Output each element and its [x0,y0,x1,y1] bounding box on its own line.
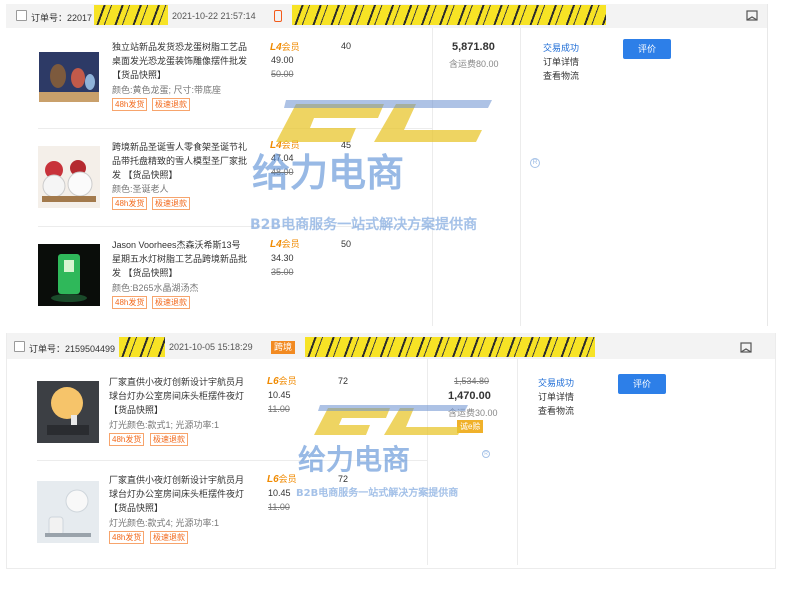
service-refund-badge: 极速退款 [152,98,190,111]
shipping-fee: 含运费30.00 [448,408,498,418]
redaction-mark [305,337,595,357]
view-logistics-link[interactable]: 查看物流 [538,404,574,417]
product-title[interactable]: 厂家直供小夜灯创新设计宇航员月球台灯办公室房间床头柜摆件夜灯 【货品快照】 [109,473,245,515]
member-level: L4会员 [270,42,300,53]
redaction-mark [94,5,168,25]
product-attributes: 灯光颜色:款式1; 光源功率:1 [109,420,220,430]
view-logistics-link[interactable]: 查看物流 [543,69,579,82]
service-48h-badge: 48h发货 [109,433,145,446]
order-card: 订单号：22017 2021-10-22 21:57:14 独立站新品发货恐龙蛋… [6,4,768,326]
review-button[interactable]: 评价 [623,39,671,59]
product-title[interactable]: 独立站新品发货恐龙蛋树脂工艺品桌面发光恐龙蛋装饰雕像摆件批发 【货品快照】 [112,40,248,82]
product-title[interactable]: 跨境新品圣诞雪人零食架圣诞节礼品带托盘精致的雪人模型圣厂家批发 【货品快照】 [112,140,248,182]
order-time: 2021-10-22 21:57:14 [172,11,256,21]
service-48h-badge: 48h发货 [112,296,148,309]
member-level: L4会员 [270,239,300,250]
unit-price: 10.45 [268,390,291,400]
cross-border-tag: 跨境 [271,341,296,354]
quantity: 72 [338,376,349,386]
service-refund-badge: 极速退款 [150,531,188,544]
order-header: 订单号：22017 2021-10-22 21:57:14 [6,4,767,28]
redaction-mark [119,337,165,357]
quantity: 45 [341,140,352,150]
service-48h-badge: 48h发货 [112,98,148,111]
order-detail-link[interactable]: 订单详情 [538,390,574,403]
service-48h-badge: 48h发货 [109,531,145,544]
service-refund-badge: 极速退款 [152,197,190,210]
quantity: 50 [341,239,352,249]
order-status: 交易成功 [538,378,575,388]
service-refund-badge: 极速退款 [150,433,188,446]
original-price: 11.00 [268,502,290,512]
original-price: 11.00 [268,404,290,414]
product-attributes: 颜色:圣诞老人 [112,184,169,194]
product-image[interactable] [38,46,100,108]
product-image[interactable] [37,481,99,543]
unit-price: 34.30 [271,253,294,263]
column-divider [427,359,428,565]
shipping-fee: 含运费80.00 [449,59,499,69]
product-attributes: 灯光颜色:款式4; 光源功率:1 [109,518,220,528]
product-image[interactable] [37,381,99,443]
mobile-icon [274,10,282,22]
original-total: 1,534.80 [454,376,490,386]
original-price: 48.00 [271,167,294,177]
unit-price: 47.04 [271,153,294,163]
quantity: 72 [338,474,349,484]
unit-price: 10.45 [268,488,291,498]
column-divider [517,359,518,565]
product-title[interactable]: 厂家直供小夜灯创新设计宇航员月球台灯办公室房间床头柜摆件夜灯 【货品快照】 [109,375,245,417]
review-button[interactable]: 评价 [618,374,666,394]
member-level: L6会员 [267,474,297,485]
original-price: 50.00 [271,69,294,79]
unit-price: 49.00 [271,55,294,65]
member-level: L6会员 [267,376,297,387]
order-total: 5,871.80 [452,41,495,53]
order-time: 2021-10-05 15:18:29 [169,342,253,352]
product-attributes: 颜色:B265水晶湖汤杰 [112,283,199,293]
order-number: 订单号：2159504499 [29,344,116,354]
member-level: L4会员 [270,140,300,151]
credit-pay-badge: 诚e赊 [457,420,484,433]
product-image[interactable] [38,146,100,208]
column-divider [432,28,433,326]
product-attributes: 颜色:黄色龙蛋; 尺寸:带底座 [112,85,222,95]
order-status: 交易成功 [543,43,580,53]
item-divider [37,460,427,461]
product-image[interactable] [38,244,100,306]
order-header: 订单号：2159504499 2021-10-05 15:18:29 跨境 [7,333,775,359]
order-number: 订单号：22017 [31,13,93,23]
item-divider [38,128,432,129]
order-detail-link[interactable]: 订单详情 [543,55,579,68]
flag-icon[interactable] [740,342,752,354]
item-divider [38,226,432,227]
quantity: 40 [341,41,352,51]
product-title[interactable]: Jason Voorhees杰森沃希斯13号星期五水灯树脂工艺品跨境新品批发 【… [112,238,248,280]
service-48h-badge: 48h发货 [112,197,148,210]
flag-icon[interactable] [746,10,758,22]
order-card: 订单号：2159504499 2021-10-05 15:18:29 跨境 厂家… [6,333,776,569]
order-checkbox[interactable] [16,10,27,21]
service-refund-badge: 极速退款 [152,296,190,309]
order-total: 1,470.00 [448,390,491,402]
order-checkbox[interactable] [14,341,25,352]
original-price: 35.00 [271,267,294,277]
redaction-mark [292,5,606,25]
column-divider [520,28,521,326]
